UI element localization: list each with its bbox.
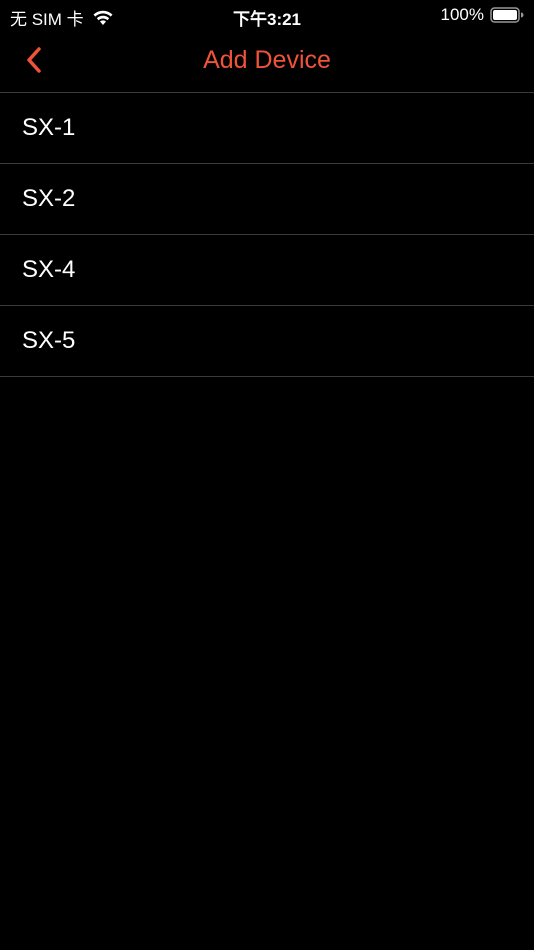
device-label: SX-4 [22, 256, 76, 283]
list-item-device[interactable]: SX-5 [0, 306, 534, 377]
battery-icon [490, 7, 524, 23]
battery-percent: 100% [440, 5, 484, 24]
list-item-device[interactable]: SX-4 [0, 235, 534, 306]
navigation-bar: Add Device [0, 32, 534, 92]
device-label: SX-5 [22, 327, 76, 354]
device-list: SX-1 SX-2 SX-4 SX-5 [0, 92, 534, 377]
device-label: SX-2 [22, 185, 76, 212]
list-item-device[interactable]: SX-1 [0, 93, 534, 164]
status-bar: 无 SIM 卡 下午3:21 100% [0, 0, 534, 32]
page-title: Add Device [203, 46, 331, 74]
device-label: SX-1 [22, 114, 76, 141]
list-item-device[interactable]: SX-2 [0, 164, 534, 235]
status-right: 100% [441, 5, 524, 25]
